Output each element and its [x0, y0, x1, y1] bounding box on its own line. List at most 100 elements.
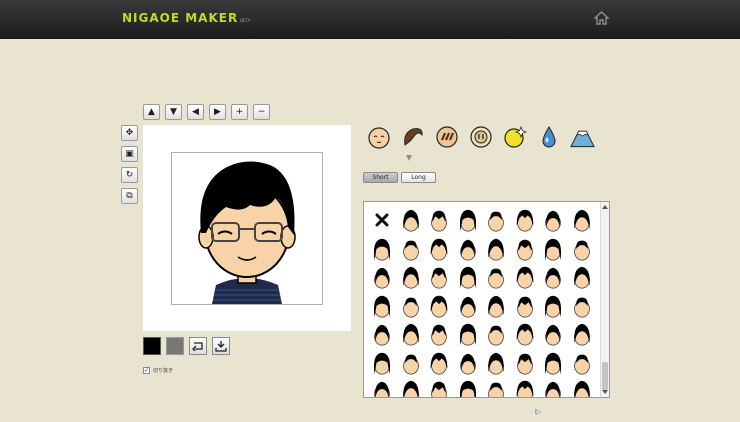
hair-thumbnail-icon — [545, 381, 562, 397]
home-icon[interactable] — [594, 11, 609, 25]
hair-style-option[interactable] — [454, 206, 483, 235]
scroll-up-arrow[interactable] — [602, 205, 608, 209]
hair-style-option[interactable] — [454, 377, 483, 397]
scroll-down-arrow[interactable] — [602, 390, 608, 394]
color-swatch-primary[interactable] — [143, 337, 161, 355]
download-button[interactable] — [212, 337, 230, 355]
hair-style-option[interactable] — [482, 235, 511, 264]
hair-style-option[interactable] — [482, 292, 511, 321]
crop-tool-button[interactable]: ⧉ — [121, 188, 138, 204]
hair-style-option[interactable] — [511, 349, 540, 378]
hair-style-option[interactable] — [454, 292, 483, 321]
move-up-button[interactable]: ▲ — [143, 104, 160, 120]
hair-style-option[interactable] — [454, 320, 483, 349]
fit-tool-button[interactable]: ▣ — [121, 146, 138, 162]
hair-thumbnail-icon — [488, 325, 505, 346]
parts-scrollbar[interactable] — [600, 202, 609, 397]
checkbox-box[interactable]: ✓ — [143, 367, 150, 374]
hair-style-option[interactable] — [568, 206, 597, 235]
hair-style-option[interactable] — [425, 292, 454, 321]
hair-style-option[interactable] — [397, 292, 426, 321]
hair-style-option[interactable] — [511, 235, 540, 264]
hair-icon[interactable] — [400, 124, 425, 150]
undo-button[interactable] — [189, 337, 207, 355]
move-tool-button[interactable]: ✥ — [121, 125, 138, 141]
hair-style-option[interactable] — [511, 320, 540, 349]
hair-thumbnail-icon — [430, 238, 448, 261]
hair-style-option[interactable] — [539, 292, 568, 321]
top-bar: NIGAOE MAKER BETA — [0, 0, 740, 39]
hair-style-option[interactable] — [539, 235, 568, 264]
hair-thumbnail-icon — [545, 238, 562, 261]
long-button[interactable]: Long — [401, 172, 436, 183]
hair-style-option[interactable] — [368, 292, 397, 321]
avatar-canvas-panel — [143, 125, 351, 331]
hair-style-option[interactable] — [397, 235, 426, 264]
hair-style-option[interactable] — [511, 206, 540, 235]
rotate-tool-button[interactable]: ↻ — [121, 167, 138, 183]
hair-style-option[interactable] — [454, 235, 483, 264]
crop-checkbox[interactable]: ✓ 切り抜き — [143, 367, 173, 374]
hair-style-option[interactable] — [568, 349, 597, 378]
hair-style-option[interactable] — [539, 349, 568, 378]
eyebrow-icon[interactable] — [434, 124, 459, 150]
hair-style-option[interactable] — [425, 377, 454, 397]
ad-choices-icon[interactable]: i▷ — [533, 407, 543, 417]
hair-style-option[interactable] — [425, 349, 454, 378]
hair-style-option[interactable] — [368, 263, 397, 292]
move-right-button[interactable]: ▶ — [209, 104, 226, 120]
hair-style-option[interactable] — [539, 320, 568, 349]
hair-style-option[interactable] — [397, 320, 426, 349]
hair-thumbnail-icon — [374, 324, 391, 346]
avatar-canvas[interactable] — [171, 152, 323, 305]
color-swatch-secondary[interactable] — [166, 337, 184, 355]
hair-style-option[interactable] — [397, 377, 426, 397]
effect-icon[interactable] — [502, 124, 527, 150]
scroll-thumb[interactable] — [602, 362, 608, 390]
hair-style-option[interactable] — [568, 320, 597, 349]
hair-style-option[interactable] — [425, 206, 454, 235]
zoom-in-button[interactable]: + — [231, 104, 248, 120]
length-toggle: Short Long — [363, 172, 436, 183]
hair-style-option[interactable] — [368, 377, 397, 397]
face-icon[interactable] — [366, 124, 391, 150]
hair-style-option[interactable] — [425, 320, 454, 349]
hair-style-option[interactable] — [368, 235, 397, 264]
hair-thumbnail-icon — [374, 381, 391, 397]
hair-style-option[interactable] — [482, 320, 511, 349]
hair-style-option[interactable] — [511, 263, 540, 292]
hair-style-option[interactable] — [397, 263, 426, 292]
hair-style-option[interactable] — [368, 320, 397, 349]
hair-style-option[interactable] — [511, 292, 540, 321]
hair-style-option[interactable] — [425, 263, 454, 292]
hair-thumbnail-icon — [573, 240, 590, 261]
hair-style-option[interactable] — [454, 349, 483, 378]
hair-style-option[interactable] — [539, 377, 568, 397]
hair-style-option[interactable] — [511, 377, 540, 397]
hair-style-option[interactable] — [397, 349, 426, 378]
zoom-out-button[interactable]: − — [253, 104, 270, 120]
hair-style-option[interactable] — [425, 235, 454, 264]
hair-style-option[interactable] — [568, 263, 597, 292]
hair-style-option[interactable] — [397, 206, 426, 235]
background-icon[interactable] — [570, 124, 595, 150]
sweat-icon[interactable] — [536, 124, 561, 150]
hair-style-option[interactable] — [568, 292, 597, 321]
hair-style-option[interactable] — [454, 263, 483, 292]
hair-style-option[interactable] — [368, 349, 397, 378]
hair-style-option[interactable] — [482, 377, 511, 397]
hair-style-option[interactable] — [482, 206, 511, 235]
remove-hair-button[interactable] — [368, 206, 397, 235]
move-left-button[interactable]: ◀ — [187, 104, 204, 120]
hair-style-option[interactable] — [539, 206, 568, 235]
hair-style-option[interactable] — [568, 235, 597, 264]
hair-style-option[interactable] — [482, 349, 511, 378]
hair-style-option[interactable] — [539, 263, 568, 292]
app-logo[interactable]: NIGAOE MAKER BETA — [122, 11, 250, 25]
hair-style-option[interactable] — [482, 263, 511, 292]
hair-style-option[interactable] — [568, 377, 597, 397]
hair-thumbnail-icon — [573, 210, 590, 232]
short-button[interactable]: Short — [363, 172, 398, 183]
nose-icon[interactable] — [468, 124, 493, 150]
move-down-button[interactable]: ▼ — [165, 104, 182, 120]
